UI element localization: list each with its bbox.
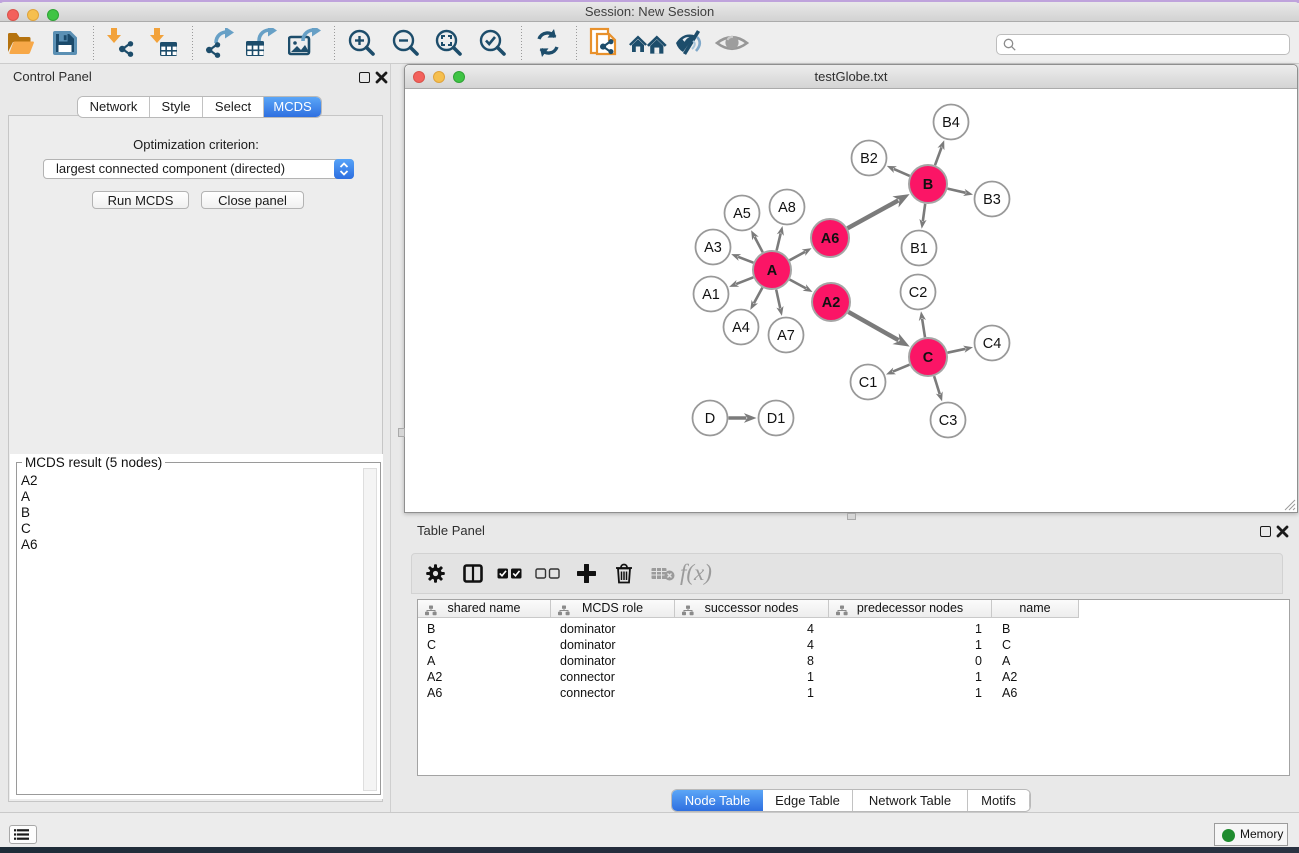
svg-text:A8: A8 xyxy=(778,200,796,216)
svg-text:B2: B2 xyxy=(860,151,878,167)
svg-text:B: B xyxy=(923,177,933,193)
svg-text:C2: C2 xyxy=(909,285,928,301)
svg-text:A6: A6 xyxy=(821,231,840,247)
svg-text:D1: D1 xyxy=(767,411,786,427)
svg-text:C: C xyxy=(923,350,934,366)
svg-text:A5: A5 xyxy=(733,206,751,222)
svg-text:C3: C3 xyxy=(939,413,958,429)
svg-text:B4: B4 xyxy=(942,115,960,131)
svg-text:A1: A1 xyxy=(702,287,720,303)
svg-text:C4: C4 xyxy=(983,336,1002,352)
svg-text:A4: A4 xyxy=(732,320,750,336)
svg-text:B1: B1 xyxy=(910,241,928,257)
svg-text:B3: B3 xyxy=(983,192,1001,208)
svg-text:A7: A7 xyxy=(777,328,795,344)
svg-text:A3: A3 xyxy=(704,240,722,256)
svg-text:D: D xyxy=(705,411,715,427)
svg-text:A2: A2 xyxy=(822,295,841,311)
svg-text:A: A xyxy=(767,263,778,279)
svg-text:C1: C1 xyxy=(859,375,878,391)
